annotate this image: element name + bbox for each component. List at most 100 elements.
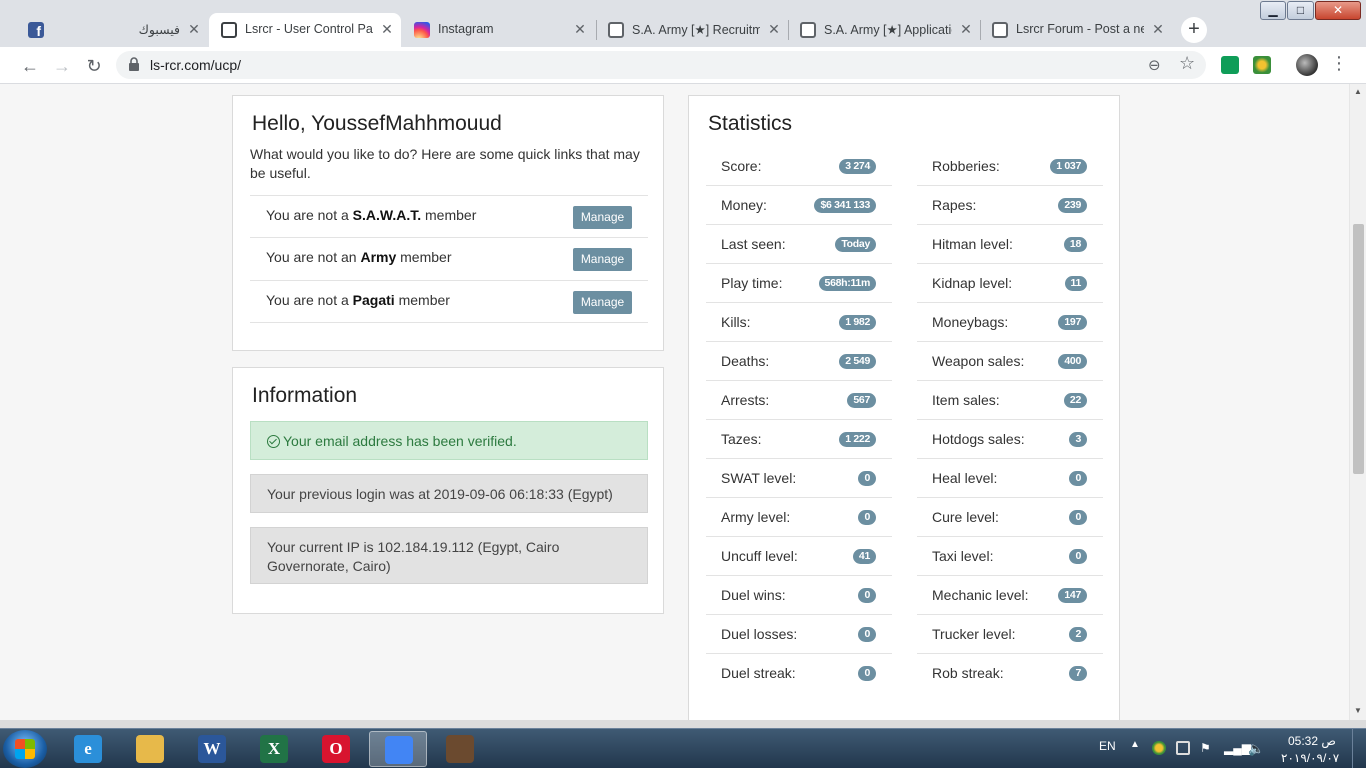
current-ip-info: Your current IP is 102.184.19.112 (Egypt… [250, 527, 648, 584]
tab-army-applications[interactable]: S.A. Army [★] Applications ✕ [788, 13, 980, 47]
manage-army-button[interactable]: Manage [573, 248, 632, 271]
stat-value-badge: 3 274 [839, 159, 876, 174]
kebab-menu-icon[interactable]: ⋮ [1330, 53, 1348, 74]
close-icon[interactable]: ✕ [766, 20, 782, 38]
show-desktop-button[interactable] [1352, 729, 1366, 768]
stat-row: Arrests: 567 [706, 381, 892, 420]
scroll-down-icon[interactable]: ▼ [1354, 706, 1362, 715]
stat-value-badge: 22 [1063, 393, 1087, 408]
page-scrollbar[interactable]: ▲ ▼ [1349, 84, 1366, 720]
close-icon[interactable]: ✕ [958, 20, 974, 38]
stat-value-badge: 0 [858, 471, 876, 486]
stat-value-badge: 1 982 [839, 315, 876, 330]
extension-icon[interactable] [1221, 56, 1239, 74]
minimize-button[interactable]: ▁ [1260, 1, 1286, 20]
manage-swat-button[interactable]: Manage [573, 206, 632, 229]
close-icon[interactable]: ✕ [379, 20, 395, 38]
hello-intro: What would you like to do? Here are some… [250, 146, 640, 181]
statistics-column-left: Score: 3 274 Money: $6 341 133 Last seen: Tod… [706, 147, 892, 693]
address-bar[interactable]: ls-rcr.com/ucp/ ⊖ ☆ [116, 51, 1206, 79]
tray-expand-icon[interactable]: ▲ [1130, 739, 1140, 750]
stat-row: Hotdogs sales: 3 [917, 420, 1103, 459]
stat-row: Moneybags: 197 [917, 303, 1103, 342]
lock-icon[interactable] [128, 57, 140, 71]
taskbar-app-game-app[interactable] [431, 731, 489, 767]
close-icon[interactable]: ✕ [1150, 20, 1166, 38]
stat-row: Duel streak: 0 [706, 654, 892, 693]
tab-instagram[interactable]: Instagram ✕ [402, 13, 594, 47]
stat-value-badge: 568h:11m [818, 276, 876, 291]
scrollbar-thumb[interactable] [1353, 224, 1364, 474]
network-icon[interactable]: ▂▄▆ [1224, 741, 1251, 755]
stat-row: Robberies: 1 037 [917, 147, 1103, 186]
stat-row: Uncuff level: 41 [706, 537, 892, 576]
taskbar-app-opera[interactable]: O [307, 731, 365, 767]
stat-label: Play time: [721, 275, 783, 291]
zoom-icon[interactable]: ⊖ [1148, 56, 1161, 74]
extension-icon[interactable] [1253, 56, 1271, 74]
stat-value-badge: 7 [1069, 666, 1087, 681]
back-arrow-icon[interactable]: ← [17, 53, 43, 79]
stat-label: Weapon sales: [932, 353, 1025, 369]
stat-label: Rob streak: [932, 665, 1004, 681]
stat-row: Rob streak: 7 [917, 654, 1103, 693]
close-icon: ✕ [1332, 3, 1344, 17]
taskbar-app-file-explorer[interactable] [121, 731, 179, 767]
tab-title: S.A. Army [★] Applications [824, 23, 952, 37]
stat-value-badge: 0 [858, 666, 876, 681]
email-verified-text: Your email address has been verified. [283, 433, 517, 449]
volume-icon[interactable]: 🔈 [1248, 741, 1264, 756]
close-icon[interactable]: ✕ [572, 20, 588, 38]
tab-lsrcr-ucp[interactable]: Lsrcr - User Control Panel ✕ [209, 13, 401, 47]
clock-date[interactable]: ٢٠١٩/٠٩/٠٧ [1281, 751, 1339, 765]
stat-row: Kidnap level: 11 [917, 264, 1103, 303]
stat-value-badge: 0 [858, 627, 876, 642]
stat-value-badge: 3 [1069, 432, 1087, 447]
reload-icon[interactable]: ↻ [81, 53, 107, 79]
stat-value-badge: Today [835, 237, 876, 252]
clock-time[interactable]: 05:32 ص [1288, 734, 1336, 748]
microsoft-word-icon: W [198, 735, 226, 763]
browser-toolbar: ← → ↻ ls-rcr.com/ucp/ ⊖ ☆ ⋮ [0, 47, 1366, 84]
star-icon[interactable]: ☆ [1179, 53, 1195, 74]
email-verified-alert: Your email address has been verified. [250, 421, 648, 460]
maximize-icon: □ [1296, 3, 1305, 17]
tab-forum-new-topic[interactable]: Lsrcr Forum - Post a new topic ✕ [980, 13, 1172, 47]
language-indicator[interactable]: EN [1099, 739, 1116, 753]
avatar[interactable] [1296, 54, 1318, 76]
tray-app-icon[interactable] [1152, 741, 1166, 755]
scroll-up-icon[interactable]: ▲ [1354, 87, 1362, 96]
stat-label: Duel wins: [721, 587, 786, 603]
taskbar-app-microsoft-excel[interactable]: X [245, 731, 303, 767]
taskbar-app-internet-explorer[interactable]: e [59, 731, 117, 767]
stat-label: Army level: [721, 509, 791, 525]
check-circle-icon [267, 435, 280, 448]
stat-row: Score: 3 274 [706, 147, 892, 186]
stat-row: Trucker level: 2 [917, 615, 1103, 654]
stat-label: Taxi level: [932, 548, 994, 564]
stat-label: Arrests: [721, 392, 770, 408]
stat-row: Taxi level: 0 [917, 537, 1103, 576]
tab-army-recruitment[interactable]: S.A. Army [★] Recruitment ✕ [596, 13, 788, 47]
taskbar-app-google-chrome[interactable] [369, 731, 427, 767]
url-text[interactable]: ls-rcr.com/ucp/ [150, 57, 241, 73]
game-app-icon [446, 735, 474, 763]
window-close-button[interactable]: ✕ [1315, 1, 1361, 20]
stat-row: Heal level: 0 [917, 459, 1103, 498]
microsoft-excel-icon: X [260, 735, 288, 763]
start-button[interactable] [3, 730, 47, 768]
forward-arrow-icon[interactable]: → [49, 53, 75, 79]
new-tab-button[interactable]: + [1181, 17, 1207, 43]
stat-label: Heal level: [932, 470, 998, 486]
stat-label: Cure level: [932, 509, 999, 525]
stat-row: Duel losses: 0 [706, 615, 892, 654]
close-icon[interactable]: ✕ [186, 20, 202, 38]
stat-label: Rapes: [932, 197, 977, 213]
flag-icon[interactable]: ⚑ [1200, 741, 1214, 755]
clipboard-icon[interactable] [1176, 741, 1190, 755]
taskbar-app-microsoft-word[interactable]: W [183, 731, 241, 767]
maximize-button[interactable]: □ [1287, 1, 1314, 20]
manage-pagati-button[interactable]: Manage [573, 291, 632, 314]
instagram-icon [414, 22, 430, 38]
tab-facebook[interactable]: f فيسبوك ✕ [16, 13, 208, 47]
